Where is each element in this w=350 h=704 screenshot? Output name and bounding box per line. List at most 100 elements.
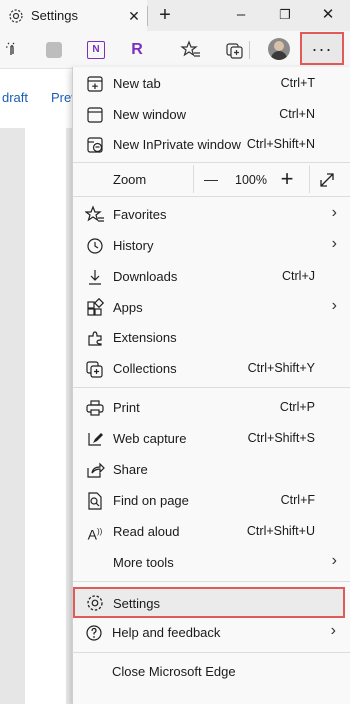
zoom-divider (309, 165, 310, 193)
collections-icon[interactable] (224, 39, 246, 61)
menu-label: Extensions (113, 330, 177, 345)
menu-shortcut: Ctrl+J (282, 269, 315, 283)
menu-label: New tab (113, 76, 161, 91)
menu-label: Settings (113, 596, 160, 611)
document-page (25, 128, 70, 704)
window-close-icon[interactable]: ✕ (313, 5, 343, 25)
menu-separator (73, 162, 350, 163)
menu-label: Favorites (113, 207, 167, 222)
inprivate-icon (85, 135, 105, 155)
menu-shortcut: Ctrl+Shift+N (246, 137, 315, 151)
apps-icon (85, 298, 105, 318)
touch-icon[interactable] (2, 39, 24, 61)
menu-label: New InPrivate window (113, 137, 241, 152)
menu-item-close-microsoft-edge[interactable]: Close Microsoft Edge (72, 657, 350, 687)
settings-gear-icon (85, 593, 105, 613)
menu-label: Apps (113, 300, 143, 315)
menu-bottom-section: Help and feedback › Close Microsoft Edge (72, 617, 350, 704)
profile-avatar[interactable] (268, 38, 290, 60)
share-icon (85, 460, 105, 480)
menu-label: Collections (113, 361, 177, 376)
more-button[interactable]: ··· (300, 32, 344, 65)
menu-item-collections[interactable]: Collections Ctrl+Shift+Y (73, 354, 350, 384)
close-icon[interactable]: ✕ (119, 6, 149, 26)
menu-shortcut: Ctrl+P (279, 400, 315, 414)
menu-separator (73, 581, 350, 582)
menu-item-read-aloud[interactable]: A)) Read aloud Ctrl+Shift+U (73, 517, 350, 547)
menu-label: Zoom (113, 172, 147, 187)
menu-item-new-tab[interactable]: New tab Ctrl+T (73, 69, 350, 99)
minimize-icon[interactable]: – (226, 5, 256, 25)
menu-separator (72, 652, 350, 653)
menu-label: Web capture (113, 431, 187, 446)
menu-separator (73, 196, 350, 197)
puzzle-icon[interactable] (43, 39, 65, 61)
menu-item-more-tools[interactable]: More tools › (73, 548, 350, 578)
menu-item-settings[interactable]: Settings (73, 587, 345, 618)
new-tab-icon (85, 74, 105, 94)
menu-item-favorites[interactable]: Favorites › (73, 200, 350, 230)
history-icon (85, 236, 105, 256)
zoom-divider (193, 165, 194, 193)
chevron-right-icon: › (331, 552, 337, 569)
menu-shortcut: Ctrl+F (280, 493, 315, 507)
find-icon (85, 491, 105, 511)
menu-shortcut: Ctrl+N (279, 107, 315, 121)
menu-item-web-capture[interactable]: Web capture Ctrl+Shift+S (73, 424, 350, 454)
chevron-right-icon: › (331, 297, 337, 314)
menu-item-new-window[interactable]: New window Ctrl+N (73, 100, 350, 130)
menu-label: Close Microsoft Edge (112, 664, 236, 679)
favorites-icon (85, 205, 105, 225)
menu-label: History (113, 238, 154, 253)
menu-item-share[interactable]: Share (73, 455, 350, 485)
collections-icon (85, 359, 105, 379)
menu-label: Find on page (113, 493, 189, 508)
tab-divider (147, 6, 148, 26)
restore-icon[interactable]: ❐ (270, 5, 300, 25)
menu-shortcut: Ctrl+Shift+S (247, 431, 315, 445)
menu-item-extensions[interactable]: Extensions (73, 323, 350, 353)
menu-item-find-on-page[interactable]: Find on page Ctrl+F (73, 486, 350, 516)
zoom-value: 100% (235, 173, 267, 187)
menu-item-print[interactable]: Print Ctrl+P (73, 393, 350, 423)
menu-shortcut: Ctrl+Shift+U (246, 524, 315, 538)
menu-item-downloads[interactable]: Downloads Ctrl+J (73, 262, 350, 292)
draft-link[interactable]: draft (2, 90, 28, 105)
menu-item-new-inprivate-window[interactable]: New InPrivate window Ctrl+Shift+N (73, 130, 350, 160)
menu-item-apps[interactable]: Apps › (73, 293, 350, 323)
menu-label: Downloads (113, 269, 178, 284)
new-window-icon (85, 105, 105, 125)
menu-label: New window (113, 107, 186, 122)
chevron-right-icon: › (331, 204, 337, 221)
extensions-icon (85, 328, 105, 348)
menu-item-history[interactable]: History › (73, 231, 350, 261)
menu-shortcut: Ctrl+Shift+Y (247, 361, 315, 375)
downloads-icon (85, 267, 105, 287)
more-icon: ··· (311, 39, 333, 59)
menu-label: Print (113, 400, 140, 415)
menu-label: Read aloud (113, 524, 180, 539)
read-aloud-icon: A)) (87, 526, 103, 543)
menu-label: More tools (113, 555, 174, 570)
print-icon (85, 398, 105, 418)
new-tab-plus-icon[interactable]: + (150, 5, 180, 25)
toolbar-separator (249, 41, 250, 59)
chevron-right-icon: › (331, 235, 337, 252)
menu-label: Share (113, 462, 148, 477)
tab-title: Settings (31, 8, 78, 23)
menu-separator (73, 387, 350, 388)
menu-label: Help and feedback (112, 625, 221, 640)
settings-gear-icon (8, 8, 24, 24)
zoom-out-button[interactable]: — (199, 165, 223, 195)
document-margin (0, 128, 25, 704)
help-icon (84, 623, 104, 643)
chevron-right-icon: › (330, 622, 336, 639)
onenote-icon[interactable]: N (85, 39, 107, 61)
menu-shortcut: Ctrl+T (280, 76, 315, 90)
menu-item-help-and-feedback[interactable]: Help and feedback › (72, 618, 350, 648)
fullscreen-icon[interactable] (317, 165, 341, 195)
web-capture-icon (85, 429, 105, 449)
r-extension-icon[interactable]: R (126, 39, 148, 61)
favorites-star-icon[interactable] (180, 39, 202, 61)
zoom-in-button[interactable]: + (275, 165, 299, 195)
